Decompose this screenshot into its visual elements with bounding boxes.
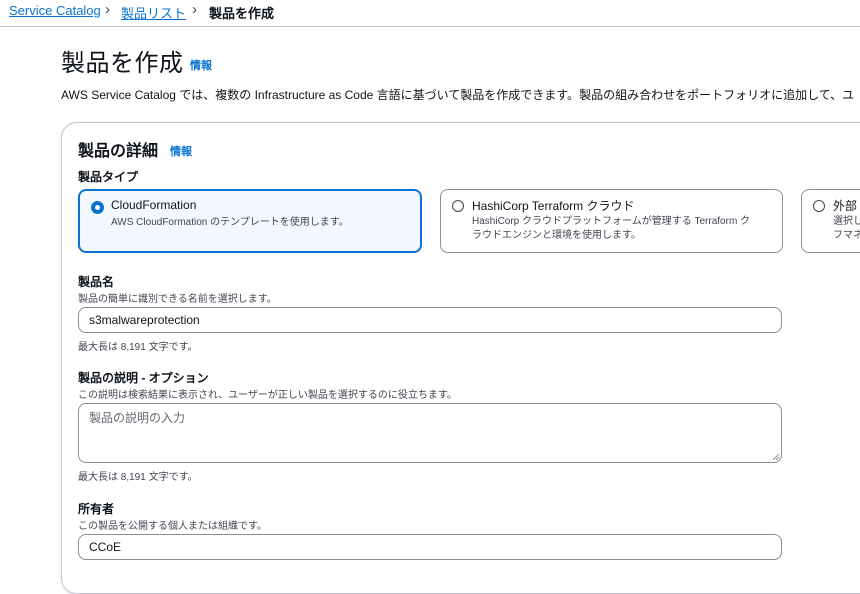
tile-title: 外部 xyxy=(833,199,858,213)
resize-grip-icon[interactable] xyxy=(772,453,780,461)
product-type-tile-cloudformation[interactable]: CloudFormation AWS CloudFormation のテンプレー… xyxy=(78,189,422,253)
chevron-right-icon: › xyxy=(105,1,110,18)
breadcrumb-link-product-list[interactable]: 製品リスト xyxy=(121,3,186,22)
owner-description: この製品を公開する個人または組織です。 xyxy=(78,521,267,532)
product-description-textarea[interactable] xyxy=(78,403,782,463)
product-description-help: この説明は検索結果に表示され、ユーザーが正しい製品を選択するのに役立ちます。 xyxy=(78,390,457,401)
product-name-input[interactable] xyxy=(78,307,782,333)
product-type-tile-terraform[interactable]: HashiCorp Terraform クラウド HashiCorp クラウドプ… xyxy=(440,189,783,253)
breadcrumb: Service Catalog › 製品リスト › 製品を作成 xyxy=(0,0,860,27)
product-description-constraint: 最大長は 8,191 文字です。 xyxy=(78,472,198,483)
tile-description: HashiCorp クラウドプラットフォームが管理する Terraform ク … xyxy=(472,215,750,243)
product-name-description: 製品の簡単に識別できる名前を選択します。 xyxy=(78,294,277,305)
radio-unchecked-icon[interactable] xyxy=(813,200,825,212)
tile-title: HashiCorp Terraform クラウド xyxy=(472,199,635,213)
tile-description-line: HashiCorp クラウドプラットフォームが管理する Terraform ク xyxy=(472,216,751,227)
section-title: 製品の詳細 xyxy=(78,143,159,160)
owner-input[interactable] xyxy=(78,534,782,560)
product-type-tile-external[interactable]: 外部 選択し フマネ xyxy=(801,189,860,253)
product-description-label: 製品の説明 - オプション xyxy=(78,371,209,385)
tile-description-line: 選択し xyxy=(833,216,860,227)
tile-description: 選択し フマネ xyxy=(833,215,860,243)
owner-label: 所有者 xyxy=(78,502,115,516)
product-name-constraint: 最大長は 8,191 文字です。 xyxy=(78,342,198,353)
radio-checked-icon[interactable] xyxy=(91,201,104,214)
product-name-label: 製品名 xyxy=(78,275,115,289)
page-description: AWS Service Catalog では、複数の Infrastructur… xyxy=(61,88,855,102)
section-info-link[interactable]: 情報 xyxy=(170,143,192,159)
product-type-label: 製品タイプ xyxy=(78,170,139,184)
tile-description-line: フマネ xyxy=(833,230,860,241)
tile-description-line: ラウドエンジンと環境を使用します。 xyxy=(472,230,641,241)
breadcrumb-link-service-catalog[interactable]: Service Catalog xyxy=(9,3,101,18)
breadcrumb-current: 製品を作成 xyxy=(209,6,275,21)
page-title: 製品を作成 xyxy=(61,50,184,77)
tile-description: AWS CloudFormation のテンプレートを使用します。 xyxy=(111,217,349,228)
radio-unchecked-icon[interactable] xyxy=(452,200,464,212)
chevron-right-icon: › xyxy=(192,1,197,18)
info-link[interactable]: 情報 xyxy=(190,57,212,73)
tile-title: CloudFormation xyxy=(111,198,197,212)
